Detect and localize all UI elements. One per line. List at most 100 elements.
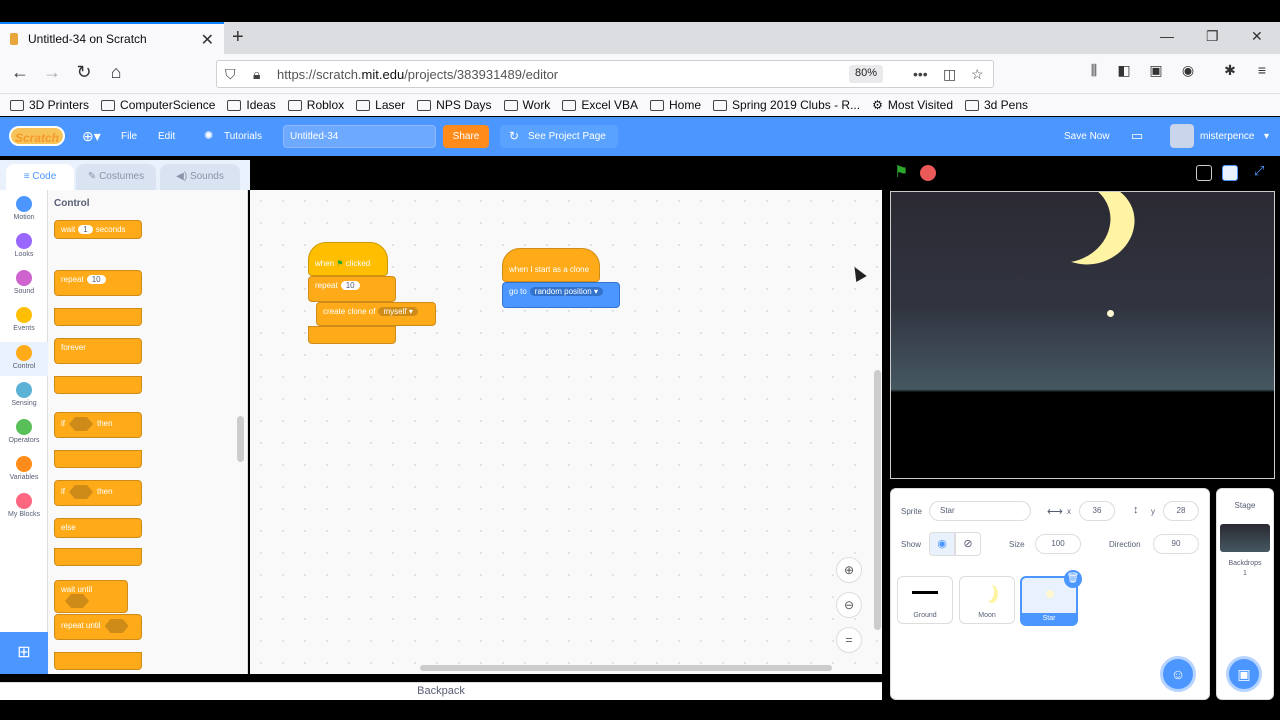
browser-tab[interactable]: Untitled-34 on Scratch ✕: [0, 22, 224, 54]
size-input[interactable]: 100: [1035, 534, 1081, 554]
palette-scrollbar[interactable]: [237, 416, 244, 462]
category-sensing[interactable]: Sensing: [0, 382, 48, 407]
library-icon[interactable]: ⫼: [1082, 62, 1106, 79]
backpack-bar[interactable]: Backpack: [0, 682, 882, 700]
bookmark-item[interactable]: 3D Printers: [10, 98, 89, 112]
globe-icon[interactable]: ⊕▾: [82, 128, 101, 145]
project-title-input[interactable]: Untitled-34: [283, 125, 436, 148]
extension-icon[interactable]: ▣: [1144, 62, 1168, 79]
restore-icon[interactable]: ❐: [1206, 28, 1219, 45]
block-input[interactable]: 10: [340, 281, 360, 290]
file-menu[interactable]: File: [121, 131, 137, 142]
delete-sprite-icon[interactable]: 🗑︎: [1064, 570, 1082, 588]
tab-costumes[interactable]: ✎ Costumes: [76, 164, 156, 190]
large-stage-icon[interactable]: [1222, 165, 1238, 181]
my-stuff-folder-icon[interactable]: ▭: [1131, 128, 1143, 144]
category-operators[interactable]: Operators: [0, 419, 48, 444]
sprite-thumb-moon[interactable]: Moon: [959, 576, 1015, 624]
add-backdrop-button[interactable]: ▣: [1226, 656, 1262, 692]
block-forever[interactable]: forever: [54, 338, 142, 364]
bookmark-item[interactable]: 3d Pens: [965, 98, 1028, 112]
lightbulb-icon[interactable]: ✺: [204, 129, 213, 142]
bookmark-item[interactable]: Roblox: [287, 98, 344, 112]
category-events[interactable]: Events: [0, 307, 48, 332]
category-variables[interactable]: Variables: [0, 456, 48, 481]
bookmark-item[interactable]: Work: [503, 98, 550, 112]
workspace-vertical-scrollbar[interactable]: [874, 370, 881, 630]
block-wait-until[interactable]: wait until: [54, 580, 128, 613]
share-button[interactable]: Share: [443, 125, 489, 148]
category-looks[interactable]: Looks: [0, 233, 48, 258]
stop-icon[interactable]: [920, 165, 936, 181]
url-bar[interactable]: ⛉ 🔒︎ https://scratch.mit.edu/projects/38…: [216, 60, 994, 88]
zoom-out-button[interactable]: ⊖: [836, 592, 862, 618]
block-condition-slot[interactable]: [65, 594, 89, 608]
add-extension-button[interactable]: ⊞: [0, 632, 48, 674]
direction-input[interactable]: 90: [1153, 534, 1199, 554]
home-icon[interactable]: ⌂: [104, 62, 128, 83]
tab-sounds[interactable]: ◀) Sounds: [160, 164, 240, 190]
category-my-blocks[interactable]: My Blocks: [0, 493, 48, 518]
chevron-down-icon[interactable]: ▾: [1264, 131, 1269, 142]
backdrop-thumbnail[interactable]: [1220, 524, 1270, 552]
block-go-to[interactable]: go to random position ▾: [502, 282, 620, 308]
window-close-icon[interactable]: ✕: [1251, 28, 1263, 45]
block-if-then[interactable]: if then: [54, 412, 142, 438]
url-text[interactable]: https://scratch.mit.edu/projects/3839314…: [277, 67, 558, 82]
account-icon[interactable]: ◉: [1176, 62, 1200, 79]
tutorials-menu[interactable]: Tutorials: [224, 131, 262, 142]
bookmark-item[interactable]: ComputerScience: [101, 98, 215, 112]
addons-icon[interactable]: ✱: [1218, 62, 1242, 79]
clone-target-dropdown[interactable]: myself ▾: [378, 307, 418, 316]
bookmark-item[interactable]: Excel VBA: [562, 98, 638, 112]
bookmark-star-icon[interactable]: ☆: [971, 66, 984, 83]
zoom-reset-button[interactable]: =: [836, 627, 862, 653]
reload-icon[interactable]: ↻: [72, 62, 96, 83]
edit-menu[interactable]: Edit: [158, 131, 175, 142]
fullscreen-icon[interactable]: ⤢: [1254, 163, 1264, 179]
green-flag-icon[interactable]: ⚑: [894, 162, 908, 182]
add-sprite-button[interactable]: ☺: [1160, 656, 1196, 692]
bookmark-item[interactable]: ⚙ Most Visited: [872, 98, 953, 112]
avatar[interactable]: [1170, 124, 1194, 148]
hide-sprite-icon[interactable]: ⊘: [955, 532, 981, 556]
block-if-else[interactable]: if then: [54, 480, 142, 506]
zoom-level-badge[interactable]: 80%: [849, 65, 884, 83]
pocket-icon[interactable]: ◫: [943, 66, 956, 83]
sprite-thumb-ground[interactable]: Ground: [897, 576, 953, 624]
show-visible-icon[interactable]: ◉: [929, 532, 955, 556]
save-now-button[interactable]: Save Now: [1064, 131, 1110, 142]
sprite-name-input[interactable]: Star: [929, 501, 1031, 521]
block-input[interactable]: 10: [86, 275, 106, 284]
bookmark-item[interactable]: Ideas: [227, 98, 276, 112]
block-when-flag-clicked[interactable]: when ⚑ clicked: [308, 242, 388, 276]
bookmark-item[interactable]: Laser: [356, 98, 405, 112]
back-icon[interactable]: ←: [8, 62, 32, 83]
y-input[interactable]: 28: [1163, 501, 1199, 521]
see-project-page-button[interactable]: ↻ See Project Page: [500, 125, 618, 148]
lock-icon[interactable]: 🔒︎: [253, 66, 260, 83]
minimize-icon[interactable]: —: [1160, 28, 1174, 44]
menu-icon[interactable]: ≡: [1250, 62, 1274, 78]
zoom-in-button[interactable]: ⊕: [836, 557, 862, 583]
block-repeat[interactable]: repeat 10: [54, 270, 142, 296]
more-actions-icon[interactable]: •••: [913, 66, 928, 82]
x-input[interactable]: 36: [1079, 501, 1115, 521]
scratch-logo[interactable]: Scratch: [9, 126, 65, 146]
block-repeat-until[interactable]: repeat until: [54, 614, 142, 640]
sidebar-icon[interactable]: ◧: [1112, 62, 1136, 79]
goto-target-dropdown[interactable]: random position ▾: [529, 287, 603, 296]
close-icon[interactable]: ✕: [201, 30, 214, 50]
block-create-clone[interactable]: create clone of myself ▾: [316, 302, 436, 326]
bookmark-item[interactable]: Home: [650, 98, 701, 112]
forward-icon[interactable]: →: [40, 62, 64, 83]
shield-icon[interactable]: ⛉: [225, 66, 236, 83]
stage-canvas[interactable]: [890, 191, 1275, 479]
category-sound[interactable]: Sound: [0, 270, 48, 295]
block-condition-slot[interactable]: [69, 417, 93, 431]
workspace-horizontal-scrollbar[interactable]: [420, 665, 832, 671]
small-stage-icon[interactable]: [1196, 165, 1212, 181]
bookmark-item[interactable]: NPS Days: [417, 98, 492, 112]
category-control[interactable]: Control: [0, 342, 48, 376]
username-menu[interactable]: misterpence: [1200, 131, 1254, 142]
